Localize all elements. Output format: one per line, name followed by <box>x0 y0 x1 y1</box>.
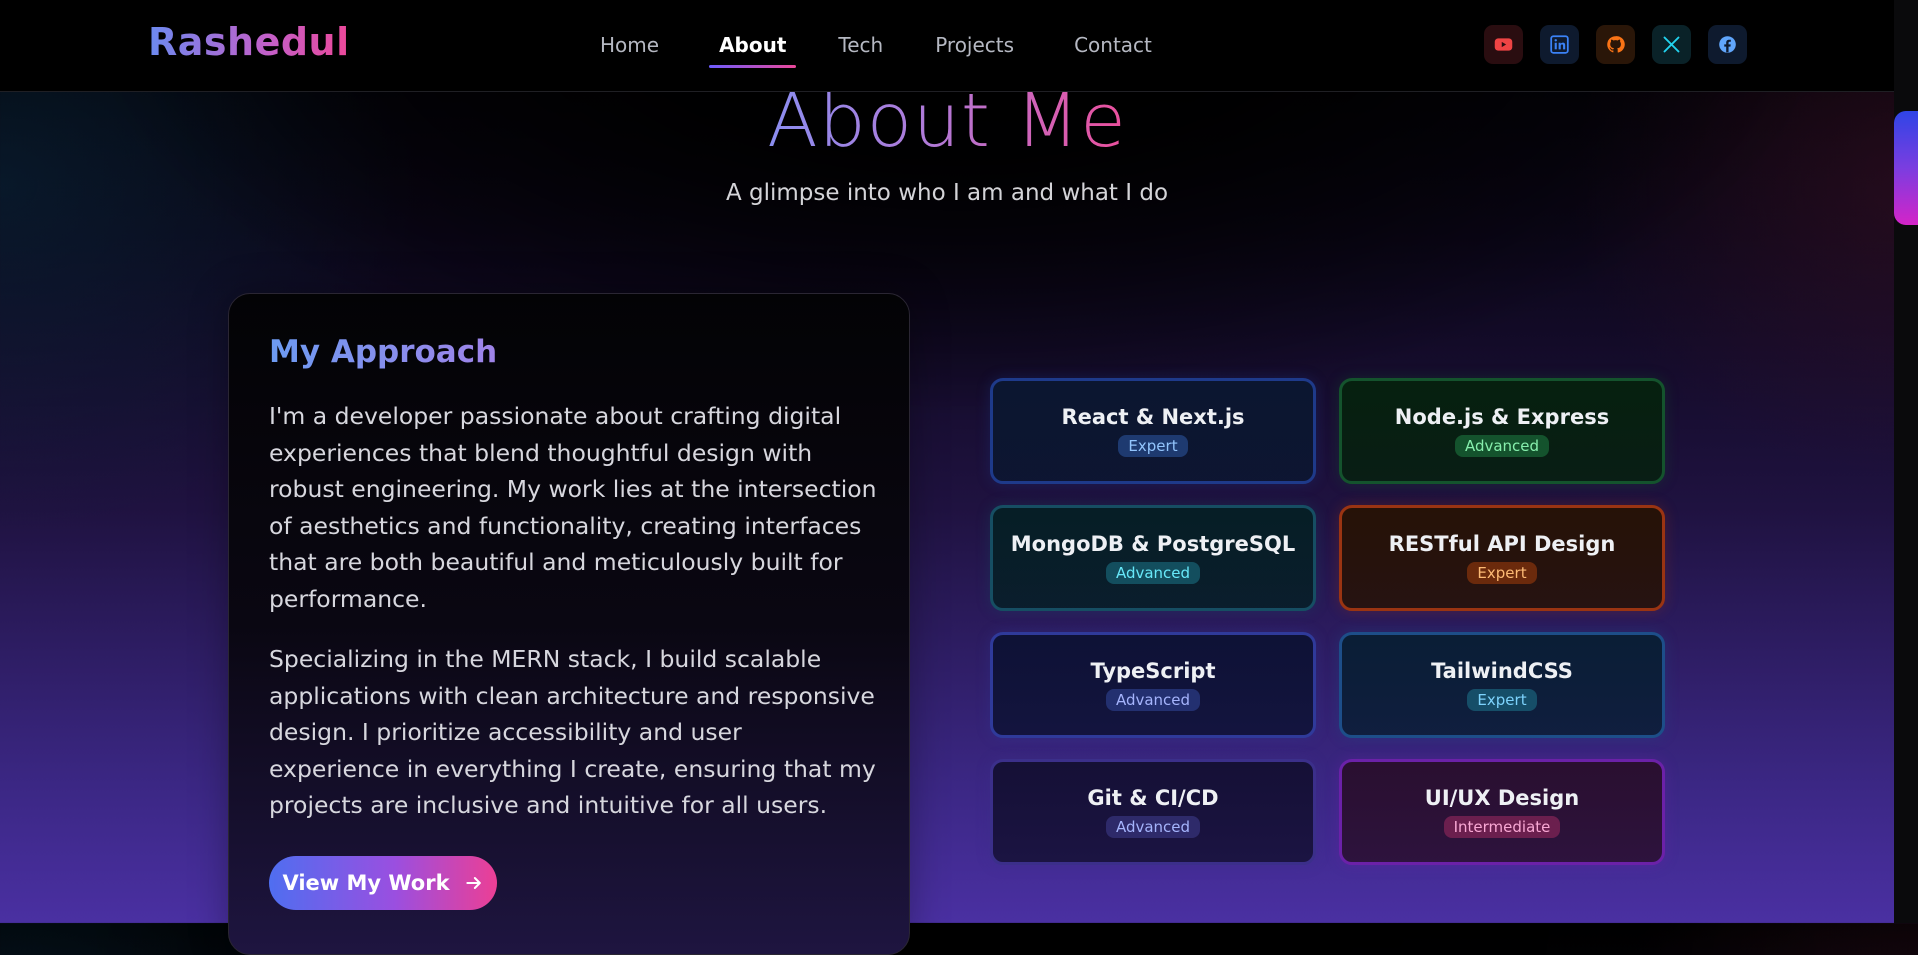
nav-contact[interactable]: Contact <box>1074 32 1152 62</box>
brand-logo[interactable]: Rashedul <box>148 20 350 64</box>
linkedin-icon <box>1550 35 1569 54</box>
approach-paragraph-1: I'm a developer passionate about craftin… <box>269 402 877 613</box>
skill-card-uiux-design[interactable]: UI/UX Design Intermediate <box>1339 759 1665 865</box>
skill-name: RESTful API Design <box>1388 532 1616 556</box>
main-nav: Home About Tech Projects Contact <box>600 32 1152 68</box>
skill-card-nodejs-express[interactable]: Node.js & Express Advanced <box>1339 378 1665 484</box>
skill-name: TailwindCSS <box>1431 659 1573 683</box>
skill-name: Node.js & Express <box>1394 405 1610 429</box>
skill-level-badge: Advanced <box>1105 689 1201 711</box>
linkedin-link[interactable] <box>1540 25 1579 64</box>
nav-home[interactable]: Home <box>600 32 659 62</box>
nav-about[interactable]: About <box>709 32 797 68</box>
skill-name: Git & CI/CD <box>1087 786 1219 810</box>
page-subtitle: A glimpse into who I am and what I do <box>725 180 1169 206</box>
facebook-icon <box>1719 36 1736 53</box>
skill-level-badge: Advanced <box>1105 816 1201 838</box>
skill-card-mongodb-postgresql[interactable]: MongoDB & PostgreSQL Advanced <box>990 505 1316 611</box>
nav-tech[interactable]: Tech <box>838 32 883 62</box>
arrow-right-icon <box>465 877 481 889</box>
view-my-work-button[interactable]: View My Work <box>269 856 497 910</box>
github-link[interactable] <box>1596 25 1635 64</box>
youtube-link[interactable] <box>1484 25 1523 64</box>
skill-card-react-nextjs[interactable]: React & Next.js Expert <box>990 378 1316 484</box>
skill-level-badge: Intermediate <box>1443 816 1561 838</box>
skill-card-tailwindcss[interactable]: TailwindCSS Expert <box>1339 632 1665 738</box>
skill-name: MongoDB & PostgreSQL <box>1010 532 1296 556</box>
view-my-work-label: View My Work <box>282 871 450 895</box>
approach-card: My Approach I'm a developer passionate a… <box>228 293 910 955</box>
skill-name: React & Next.js <box>1061 405 1245 429</box>
scrollbar-thumb[interactable] <box>1894 111 1918 225</box>
skill-level-badge: Advanced <box>1454 435 1550 457</box>
skills-grid: React & Next.js Expert Node.js & Express… <box>990 378 1665 865</box>
x-link[interactable] <box>1652 25 1691 64</box>
skill-card-typescript[interactable]: TypeScript Advanced <box>990 632 1316 738</box>
approach-paragraph-2: Specializing in the MERN stack, I build … <box>269 645 876 820</box>
social-links <box>1484 25 1747 64</box>
x-icon <box>1663 36 1680 53</box>
youtube-icon <box>1494 38 1513 51</box>
skill-card-git-cicd[interactable]: Git & CI/CD Advanced <box>990 759 1316 865</box>
github-icon <box>1607 36 1625 53</box>
nav-projects[interactable]: Projects <box>935 32 1014 62</box>
skill-name: TypeScript <box>1090 659 1216 683</box>
page-scrollbar[interactable] <box>1894 0 1918 923</box>
approach-title: My Approach <box>269 334 498 370</box>
facebook-link[interactable] <box>1708 25 1747 64</box>
skill-level-badge: Expert <box>1467 689 1537 711</box>
top-navbar: Rashedul Home About Tech Projects Contac… <box>0 0 1894 92</box>
skill-level-badge: Expert <box>1118 435 1188 457</box>
skill-card-restful-api[interactable]: RESTful API Design Expert <box>1339 505 1665 611</box>
skill-level-badge: Advanced <box>1105 562 1201 584</box>
skill-level-badge: Expert <box>1467 562 1537 584</box>
skill-name: UI/UX Design <box>1424 786 1580 810</box>
